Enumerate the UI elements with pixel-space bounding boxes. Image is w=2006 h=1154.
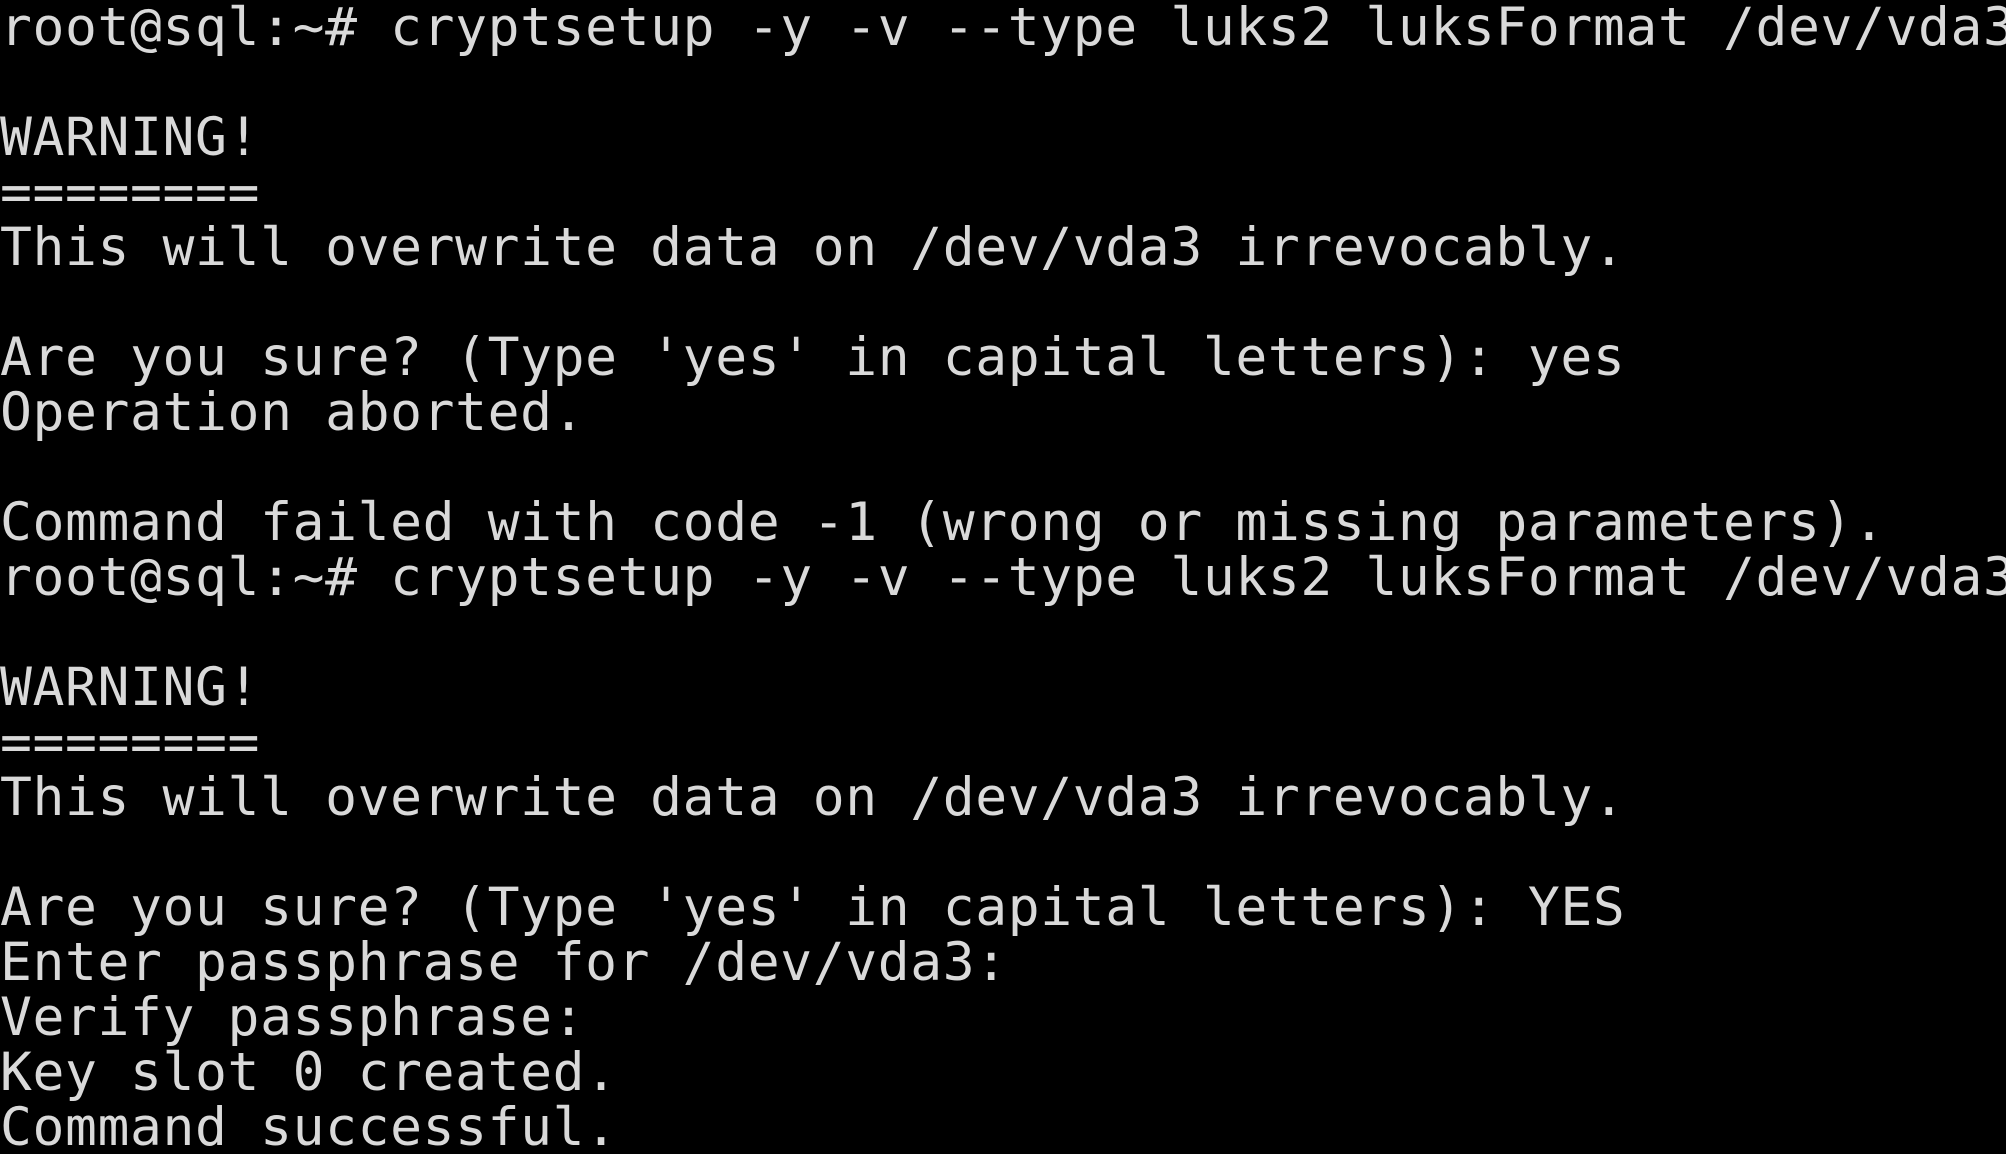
warning-heading: WARNING! xyxy=(0,657,261,718)
terminal-window[interactable]: root@sql:~# cryptsetup -y -v --type luks… xyxy=(0,0,2006,1154)
warning-underline: ======== xyxy=(0,712,261,773)
warning-message: This will overwrite data on /dev/vda3 ir… xyxy=(0,767,1626,828)
verify-passphrase-prompt: Verify passphrase: xyxy=(0,987,586,1048)
warning-message: This will overwrite data on /dev/vda3 ir… xyxy=(0,217,1626,278)
confirmation-prompt: Are you sure? (Type 'yes' in capital let… xyxy=(0,327,1626,388)
warning-underline: ======== xyxy=(0,162,261,223)
warning-heading: WARNING! xyxy=(0,107,261,168)
error-message: Command failed with code -1 (wrong or mi… xyxy=(0,492,1886,553)
passphrase-prompt: Enter passphrase for /dev/vda3: xyxy=(0,932,1008,993)
success-message: Command successful. xyxy=(0,1097,618,1154)
status-line: Key slot 0 created. xyxy=(0,1042,618,1103)
prompt-command-line: root@sql:~# cryptsetup -y -v --type luks… xyxy=(0,0,2006,58)
status-line: Operation aborted. xyxy=(0,382,586,443)
confirmation-prompt: Are you sure? (Type 'yes' in capital let… xyxy=(0,877,1626,938)
prompt-command-line: root@sql:~# cryptsetup -y -v --type luks… xyxy=(0,547,2006,608)
